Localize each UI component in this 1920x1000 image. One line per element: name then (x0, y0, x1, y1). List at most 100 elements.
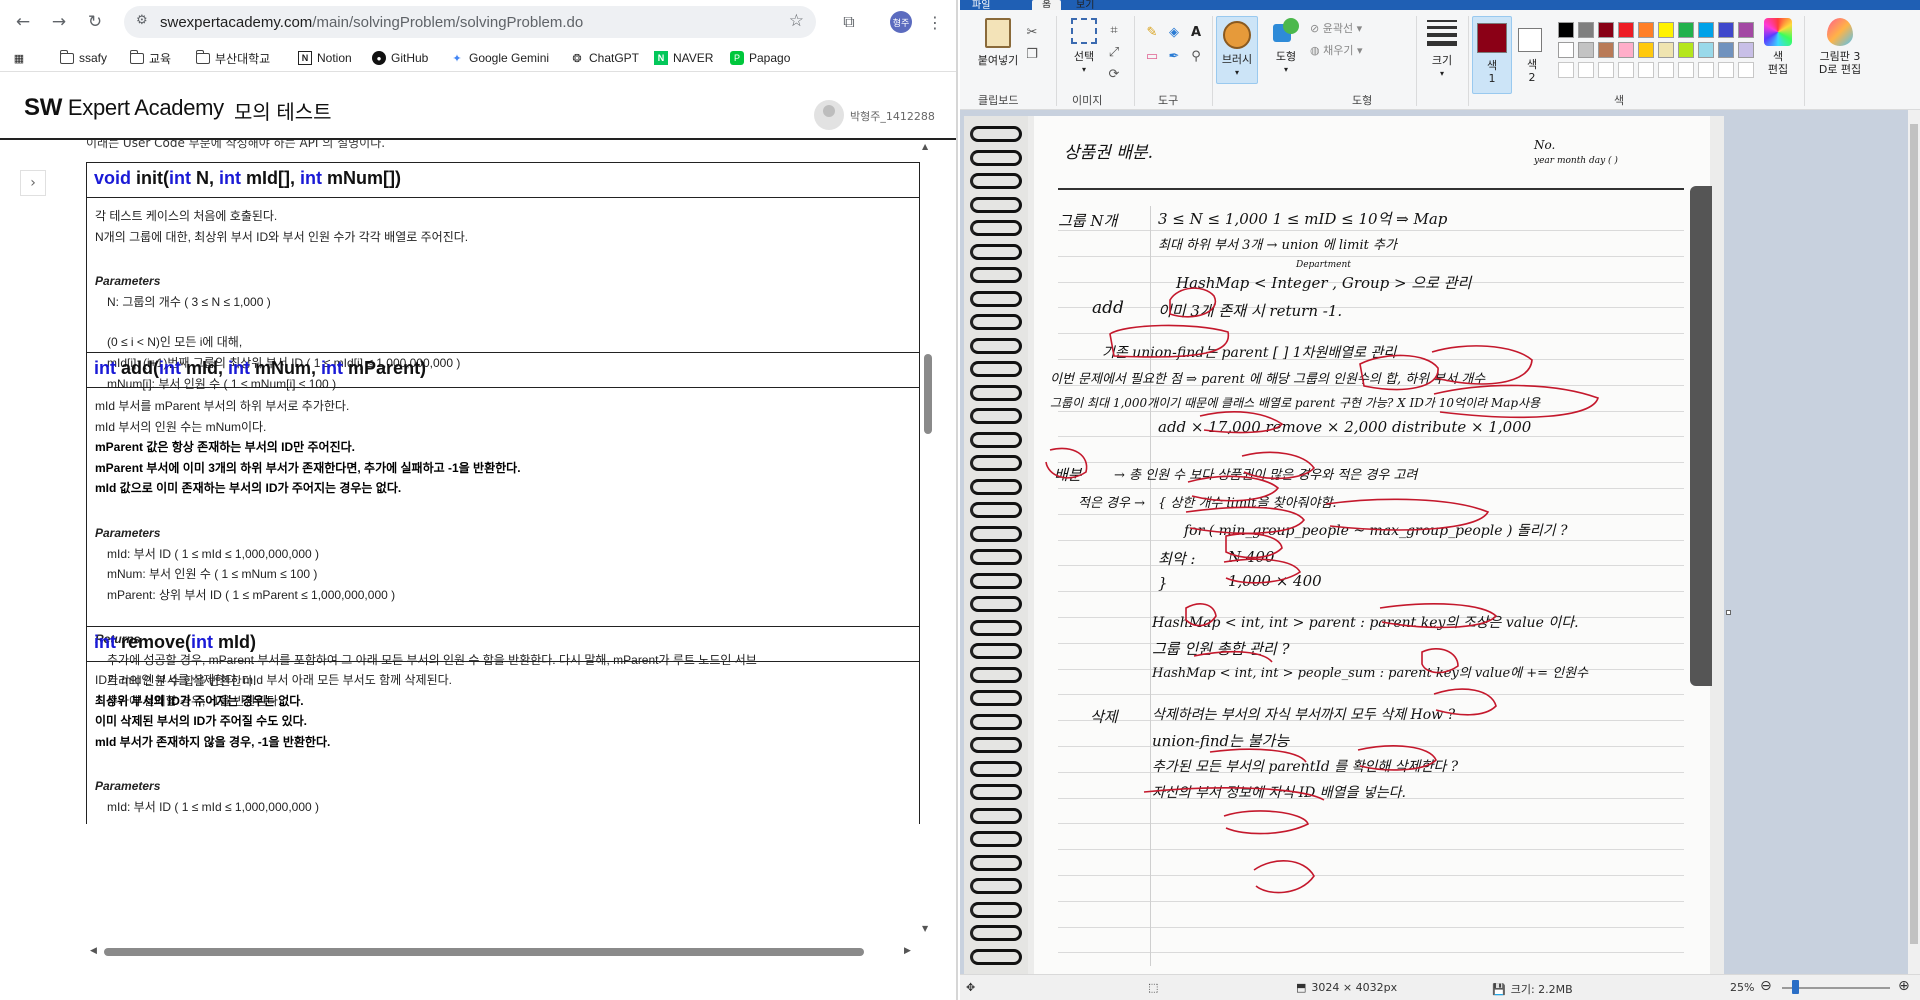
signature-text: mNum, (250, 358, 322, 378)
palette-swatch[interactable] (1618, 22, 1634, 38)
scroll-thumb[interactable] (104, 948, 864, 956)
bookmark-ssafy[interactable]: ssafy (60, 49, 107, 67)
scroll-thumb[interactable] (924, 354, 932, 434)
bookmark-github[interactable]: ● GitHub (372, 49, 428, 67)
palette-swatch[interactable] (1638, 22, 1654, 38)
brush-button[interactable]: 브러시 ▾ (1216, 16, 1258, 84)
scroll-left-icon[interactable]: ◀ (90, 946, 97, 956)
palette-swatch[interactable] (1678, 22, 1694, 38)
palette-custom-swatch[interactable] (1698, 62, 1714, 78)
user-name[interactable]: 박형주_1412288 (850, 108, 935, 124)
scroll-thumb[interactable] (1910, 124, 1918, 944)
canvas-area[interactable]: 상품권 배분. No. year month day ( ) 그룹 N개 3 ≤… (960, 110, 1908, 974)
palette-custom-swatch[interactable] (1718, 62, 1734, 78)
palette-swatch[interactable] (1598, 42, 1614, 58)
chevron-down-icon: ▾ (1234, 68, 1239, 77)
palette-custom-swatch[interactable] (1578, 62, 1594, 78)
bookmark-star-icon[interactable]: ☆ (789, 11, 804, 31)
spiral-binding (964, 116, 1028, 974)
menu-dots-icon[interactable]: ⋮ (922, 9, 948, 35)
palette-custom-swatch[interactable] (1618, 62, 1634, 78)
apps-grid-icon[interactable]: ▦ (12, 49, 26, 67)
ruled-line (1058, 952, 1684, 954)
bookmark-edu[interactable]: 교육 (130, 49, 171, 67)
chevron-right-icon[interactable]: › (20, 170, 46, 196)
zoom-in-icon[interactable]: ⊕ (1898, 978, 1910, 994)
palette-swatch[interactable] (1698, 42, 1714, 58)
profile-avatar[interactable]: 형주 (890, 11, 912, 33)
paint3d-button[interactable]: 그림판 3 D로 편집 (1810, 18, 1870, 76)
site-info-icon[interactable]: ⚙ (136, 13, 154, 31)
notebook-photo[interactable]: 상품권 배분. No. year month day ( ) 그룹 N개 3 ≤… (964, 116, 1724, 974)
url-text[interactable]: swexpertacademy.com/main/solvingProblem/… (160, 14, 583, 31)
palette-swatch[interactable] (1638, 42, 1654, 58)
palette-swatch[interactable] (1718, 42, 1734, 58)
canvas-vertical-scrollbar[interactable] (1908, 110, 1920, 974)
palette-swatch[interactable] (1718, 22, 1734, 38)
magnifier-icon[interactable]: ⚲ (1188, 48, 1204, 64)
github-icon: ● (372, 51, 386, 65)
canvas-resize-handle[interactable] (1726, 610, 1731, 615)
zoom-slider-thumb[interactable] (1791, 980, 1799, 994)
resize-icon[interactable]: ⤢ (1106, 44, 1122, 60)
copy-icon[interactable]: ❐ (1024, 46, 1040, 62)
edit-colors-button[interactable]: 색 편집 (1758, 18, 1798, 76)
palette-custom-swatch[interactable] (1598, 62, 1614, 78)
shapes-button[interactable]: 도형 ▾ (1266, 18, 1306, 76)
palette-custom-swatch[interactable] (1738, 62, 1754, 78)
palette-swatch[interactable] (1558, 42, 1574, 58)
tab-home[interactable]: 홈 (1032, 0, 1062, 10)
color1-button[interactable]: 색 1 (1472, 16, 1512, 94)
palette-swatch[interactable] (1598, 22, 1614, 38)
bookmark-notion[interactable]: N Notion (298, 49, 352, 67)
palette-swatch[interactable] (1578, 42, 1594, 58)
palette-custom-swatch[interactable] (1658, 62, 1674, 78)
bookmark-chatgpt[interactable]: ❂ ChatGPT (570, 49, 639, 67)
text-icon[interactable]: A (1188, 24, 1204, 40)
palette-swatch[interactable] (1658, 42, 1674, 58)
palette-swatch[interactable] (1738, 22, 1754, 38)
palette-swatch[interactable] (1558, 22, 1574, 38)
palette-swatch[interactable] (1738, 42, 1754, 58)
type-keyword: int (219, 168, 242, 188)
scroll-up-icon[interactable]: ▲ (922, 142, 928, 151)
palette-swatch[interactable] (1578, 22, 1594, 38)
palette-custom-swatch[interactable] (1638, 62, 1654, 78)
palette-swatch[interactable] (1658, 22, 1674, 38)
color2-button[interactable]: 색 2 (1514, 16, 1550, 94)
bookmark-papago[interactable]: P Papago (730, 49, 790, 67)
back-arrow-icon[interactable]: ← (10, 9, 36, 35)
bookmark-pnu[interactable]: 부산대학교 (196, 49, 270, 67)
vertical-scrollbar[interactable]: ▲ ▼ (922, 140, 934, 940)
palette-custom-swatch[interactable] (1558, 62, 1574, 78)
fill-bucket-icon[interactable]: ◈ (1166, 24, 1182, 40)
user-avatar-icon[interactable] (814, 100, 844, 130)
reload-icon[interactable]: ↻ (82, 9, 108, 35)
bookmark-naver[interactable]: N NAVER (654, 49, 713, 67)
palette-swatch[interactable] (1678, 42, 1694, 58)
forward-arrow-icon[interactable]: → (46, 9, 72, 35)
select-button[interactable]: 선택 ▾ (1064, 18, 1104, 76)
size-button[interactable]: 크기 ▾ (1422, 18, 1462, 80)
paste-button[interactable]: 붙여넣기 (976, 18, 1020, 67)
bookmark-gemini[interactable]: ✦ Google Gemini (450, 49, 549, 67)
scroll-down-icon[interactable]: ▼ (922, 924, 928, 933)
zoom-out-icon[interactable]: ⊖ (1760, 978, 1772, 994)
scroll-right-icon[interactable]: ▶ (904, 946, 911, 956)
pencil-icon[interactable]: ✎ (1144, 24, 1160, 40)
fill-button[interactable]: ◍ 채우기 ▾ (1310, 44, 1363, 57)
description-line: mNum: 부서 인원 수 ( 1 ≤ mNum ≤ 100 ) (107, 567, 318, 582)
cut-icon[interactable]: ✂ (1024, 24, 1040, 40)
color-picker-icon[interactable]: ✒ (1166, 48, 1182, 64)
palette-swatch[interactable] (1698, 22, 1714, 38)
extensions-icon[interactable]: ⧉ (836, 9, 862, 35)
horizontal-scrollbar[interactable]: ◀ ▶ (86, 946, 920, 958)
crop-icon[interactable]: ⌗ (1106, 22, 1122, 38)
address-bar[interactable]: ⚙ swexpertacademy.com/main/solvingProble… (124, 6, 816, 38)
outline-button[interactable]: ⊘ 윤곽선 ▾ (1310, 22, 1362, 35)
palette-swatch[interactable] (1618, 42, 1634, 58)
palette-custom-swatch[interactable] (1678, 62, 1694, 78)
site-logo[interactable]: SW Expert Academy (24, 94, 224, 122)
eraser-icon[interactable]: ▭ (1144, 48, 1160, 64)
rotate-icon[interactable]: ⟳ (1106, 66, 1122, 82)
